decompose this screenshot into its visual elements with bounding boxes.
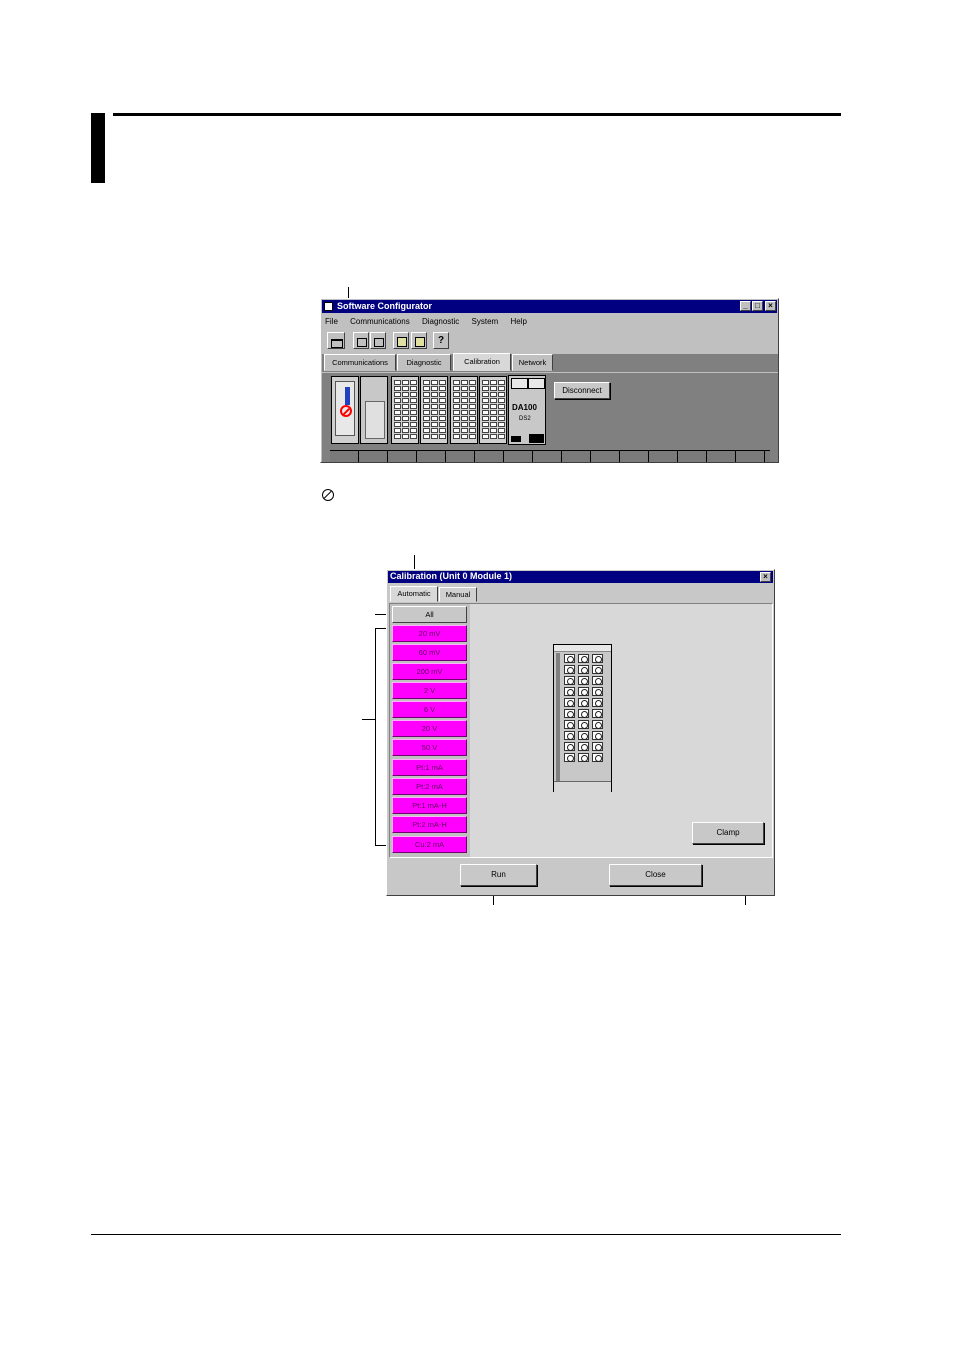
- software-configurator-window: Software Configurator _ □ × File Communi…: [320, 298, 779, 463]
- unit-up-icon[interactable]: [353, 332, 369, 349]
- unit-list-icon[interactable]: [327, 332, 345, 349]
- dialog-close-button[interactable]: ×: [760, 572, 771, 582]
- range-200mv[interactable]: 200 mV: [392, 663, 467, 680]
- calibration-dialog: Calibration (Unit 0 Module 1) × Automati…: [386, 569, 775, 896]
- module-terminals: [394, 380, 417, 439]
- minimize-button[interactable]: _: [740, 301, 751, 311]
- base-module[interactable]: DA100 DS2: [508, 375, 546, 445]
- upload-icon[interactable]: [411, 332, 427, 349]
- maximize-button[interactable]: □: [752, 301, 763, 311]
- dialog-titlebar: Calibration (Unit 0 Module 1) ×: [388, 571, 773, 583]
- dialog-tab-strip: Automatic Manual: [390, 586, 490, 602]
- menu-diagnostic[interactable]: Diagnostic: [422, 317, 459, 326]
- menu-file[interactable]: File: [325, 317, 338, 326]
- menu-communications[interactable]: Communications: [350, 317, 410, 326]
- menu-system[interactable]: System: [472, 317, 499, 326]
- window-title: Software Configurator: [337, 301, 433, 311]
- module-indicator-icon: [345, 387, 350, 405]
- legend-disabled-icon: [322, 489, 334, 501]
- footer-rule: [91, 1234, 841, 1235]
- dialog-title: Calibration (Unit 0 Module 1): [390, 571, 513, 581]
- tab-automatic[interactable]: Automatic: [390, 586, 438, 602]
- clamp-button[interactable]: Clamp: [692, 822, 764, 844]
- tab-calibration[interactable]: Calibration: [453, 353, 511, 371]
- range-cu-2ma[interactable]: Cu:2 mA: [392, 836, 467, 853]
- tab-diagnostic[interactable]: Diagnostic: [397, 354, 451, 371]
- module-slot-4[interactable]: [450, 376, 478, 444]
- main-tab-strip: Communications Diagnostic Calibration Ne…: [322, 353, 778, 372]
- range-pt-1ma-h[interactable]: Pt:1 mA-H: [392, 797, 467, 814]
- range-60mv[interactable]: 60 mV: [392, 644, 467, 661]
- slot-row: [330, 450, 770, 462]
- module-terminal-image: [553, 644, 612, 792]
- dialog-content-panel: All 20 mV 60 mV 200 mV 2 V 6 V 20 V 50 V…: [389, 603, 773, 858]
- base-module-brand: DA100: [512, 403, 537, 412]
- unit-down-icon[interactable]: [370, 332, 386, 349]
- window-titlebar: Software Configurator _ □ ×: [322, 300, 777, 313]
- tab-manual[interactable]: Manual: [439, 587, 477, 602]
- module-slot-1[interactable]: [360, 376, 388, 444]
- terminal-grid: [564, 654, 604, 762]
- app-icon: [324, 302, 333, 311]
- module-slot-5[interactable]: [479, 376, 507, 444]
- help-icon[interactable]: ?: [433, 332, 449, 349]
- disconnect-button[interactable]: Disconnect: [554, 382, 610, 399]
- range-50v[interactable]: 50 V: [392, 739, 467, 756]
- range-pt-2ma[interactable]: Pt:2 mA: [392, 778, 467, 795]
- range-list: All 20 mV 60 mV 200 mV 2 V 6 V 20 V 50 V…: [390, 604, 470, 857]
- print-icon[interactable]: [393, 332, 409, 349]
- callout-line-ranges: [362, 719, 375, 720]
- range-pt-1ma[interactable]: Pt:1 mA: [392, 759, 467, 776]
- run-button[interactable]: Run: [460, 864, 537, 886]
- chapter-marker: [91, 113, 105, 183]
- menu-help[interactable]: Help: [510, 317, 526, 326]
- range-2v[interactable]: 2 V: [392, 682, 467, 699]
- range-pt-2ma-h[interactable]: Pt:2 mA-H: [392, 816, 467, 833]
- tab-network[interactable]: Network: [512, 354, 553, 371]
- range-20mv[interactable]: 20 mV: [392, 625, 467, 642]
- module-terminals: [482, 380, 505, 439]
- close-button[interactable]: ×: [765, 301, 776, 311]
- range-6v[interactable]: 6 V: [392, 701, 467, 718]
- module-terminals: [453, 380, 476, 439]
- disabled-icon: [340, 405, 352, 417]
- module-slot-0[interactable]: [331, 376, 359, 444]
- module-slot-3[interactable]: [420, 376, 448, 444]
- range-20v[interactable]: 20 V: [392, 720, 467, 737]
- base-module-model: DS2: [519, 416, 531, 422]
- header-rule: [113, 113, 841, 116]
- module-slot-2[interactable]: [391, 376, 419, 444]
- toolbar: ?: [325, 332, 775, 350]
- close-dialog-button[interactable]: Close: [609, 864, 702, 886]
- module-terminals: [423, 380, 446, 439]
- unit-view-area: DA100 DS2 Disconnect: [322, 373, 778, 462]
- menu-bar: File Communications Diagnostic System He…: [325, 316, 537, 328]
- tab-communications[interactable]: Communications: [324, 354, 396, 371]
- all-button[interactable]: All: [392, 606, 467, 623]
